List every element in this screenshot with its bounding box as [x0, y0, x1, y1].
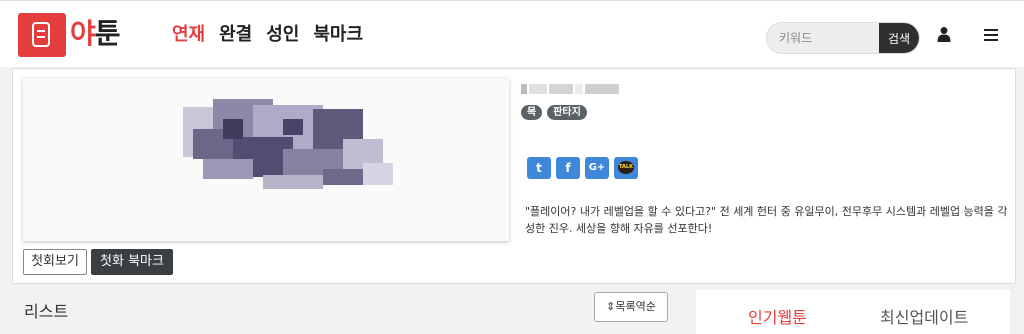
- menu-icon[interactable]: [983, 28, 999, 42]
- genre-badge: 판타지: [547, 105, 587, 120]
- side-tabs: 인기웹툰 최신업데이트: [696, 290, 1010, 334]
- series-card: 첫회보기 첫화 북마크 목 판타지 t f G+ TALK "플레이어? 내가 …: [12, 68, 1016, 284]
- sort-icon: ⇕: [606, 300, 616, 313]
- series-title: [521, 84, 619, 94]
- twitter-icon[interactable]: t: [527, 157, 551, 179]
- sort-reverse-button[interactable]: ⇕목록역순: [594, 292, 668, 322]
- sort-label: 목록역순: [615, 300, 656, 313]
- search-input[interactable]: [767, 23, 879, 53]
- share-buttons: t f G+ TALK: [527, 157, 638, 179]
- day-badge: 목: [521, 105, 543, 120]
- tab-latest[interactable]: 최신업데이트: [880, 304, 968, 328]
- series-description: "플레이어? 내가 레벨업을 할 수 있다고?" 전 세계 헌터 중 유일무이,…: [525, 205, 1008, 235]
- main-nav: 연재 완결 성인 북마크: [172, 23, 363, 47]
- tab-popular[interactable]: 인기웹툰: [748, 304, 807, 328]
- site-logo[interactable]: 야툰: [70, 17, 121, 51]
- kakaotalk-label: TALK: [618, 161, 634, 174]
- first-view-button[interactable]: 첫회보기: [23, 249, 87, 275]
- facebook-icon[interactable]: f: [556, 157, 580, 179]
- logo-text-part1: 야: [70, 17, 96, 50]
- nav-item-bookmark[interactable]: 북마크: [313, 23, 363, 47]
- series-badges: 목 판타지: [521, 105, 587, 120]
- nav-item-serial[interactable]: 연재: [172, 23, 205, 47]
- user-icon[interactable]: [937, 26, 951, 42]
- list-heading: 리스트: [24, 302, 69, 321]
- nav-item-adult[interactable]: 성인: [266, 23, 299, 47]
- search-bar: 검색: [766, 22, 920, 54]
- book-icon[interactable]: [18, 13, 66, 57]
- logo-text-part2: 툰: [94, 17, 121, 50]
- series-thumbnail[interactable]: [23, 79, 509, 241]
- kakaotalk-icon[interactable]: TALK: [614, 157, 638, 179]
- first-bookmark-button[interactable]: 첫화 북마크: [91, 249, 173, 275]
- thumbnail-image: [23, 79, 509, 241]
- nav-item-completed[interactable]: 완결: [219, 23, 252, 47]
- google-plus-icon[interactable]: G+: [585, 157, 609, 179]
- top-navbar: 야툰 연재 완결 성인 북마크 검색: [0, 0, 1024, 67]
- search-button[interactable]: 검색: [879, 23, 919, 53]
